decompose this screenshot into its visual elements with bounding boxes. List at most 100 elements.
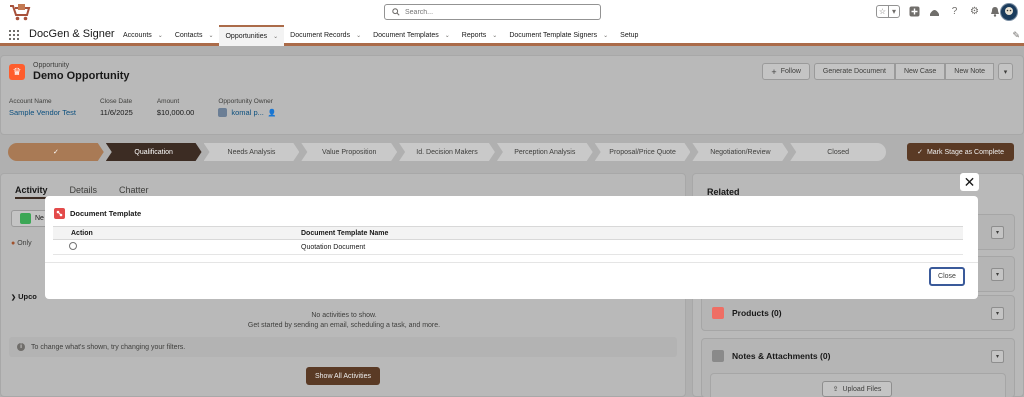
org-logo[interactable] (8, 3, 32, 22)
field-opportunity-owner: Opportunity Owner komal p... 👤 (218, 98, 277, 117)
record-highlights: Account Name Sample Vendor Test Close Da… (9, 98, 301, 117)
chevron-down-icon[interactable]: ▾ (991, 226, 1004, 239)
products-title[interactable]: Products (0) (732, 308, 782, 318)
chevron-down-icon: ▾ (1003, 68, 1008, 76)
chevron-down-icon[interactable]: ▾ (888, 6, 899, 17)
path-stage-perception-analysis[interactable]: Perception Analysis (497, 143, 593, 161)
nav-item-reports[interactable]: Reports ⌄ (456, 25, 504, 46)
nav-items: Accounts ⌄ Contacts ⌄ Opportunities ⌄ Docum… (117, 25, 644, 46)
help-icon[interactable]: ? (949, 6, 960, 17)
change-owner-icon[interactable]: 👤 (268, 109, 277, 117)
gear-icon[interactable]: ⚙ (969, 6, 980, 17)
star-icon[interactable]: ☆ (877, 6, 888, 17)
account-link[interactable]: Sample Vendor Test (9, 108, 76, 117)
upload-icon: ⇪ (832, 386, 839, 393)
field-close-date: Close Date 11/6/2025 (100, 98, 133, 117)
bell-icon[interactable] (989, 6, 1000, 17)
trailhead-icon[interactable] (929, 6, 940, 17)
more-actions-button[interactable]: ▾ (998, 63, 1013, 80)
notes-title[interactable]: Notes & Attachments (0) (732, 351, 830, 361)
nav-item-contacts[interactable]: Contacts ⌄ (169, 25, 220, 46)
owner-link[interactable]: komal p... (231, 108, 264, 117)
template-table: Action Document Template Name Quotation … (53, 226, 963, 255)
path-stage-qualification[interactable]: Qualification (106, 143, 202, 161)
show-all-activities-button[interactable]: Show All Activities (306, 367, 380, 385)
search-icon (392, 8, 400, 16)
path-stage-decision-makers[interactable]: Id. Decision Makers (399, 143, 495, 161)
record-actions: + Follow Generate Document New Case New N… (762, 63, 1013, 80)
record-title: Demo Opportunity (33, 70, 130, 82)
chevron-down-icon[interactable]: ⌄ (603, 32, 608, 39)
modal-footer-divider (45, 262, 978, 263)
global-search[interactable] (384, 4, 601, 20)
chevron-down-icon[interactable]: ⌄ (445, 32, 450, 39)
col-action: Action (53, 226, 301, 240)
path-stage-complete[interactable]: ✓ (8, 143, 104, 161)
check-icon: ✓ (917, 149, 923, 156)
nav-item-document-templates[interactable]: Document Templates ⌄ (367, 25, 456, 46)
opportunity-icon: ♛ (9, 64, 25, 80)
favorites-group: ☆ ▾ (876, 5, 900, 18)
chevron-down-icon[interactable]: ⌄ (273, 33, 278, 40)
edit-nav-icon[interactable]: ✎ (1012, 30, 1020, 41)
chevron-down-icon[interactable]: ⌄ (356, 32, 361, 39)
nav-item-setup[interactable]: Setup (614, 25, 644, 46)
chevron-down-icon: ❯ (11, 295, 17, 301)
nav-item-document-records[interactable]: Document Records ⌄ (284, 25, 367, 46)
chevron-down-icon[interactable]: ⌄ (492, 32, 497, 39)
chevron-down-icon[interactable]: ▾ (991, 350, 1004, 363)
activity-filter-text: ● Only (11, 240, 32, 247)
tab-activity[interactable]: Activity (15, 185, 48, 199)
document-template-modal: Document Template Action Document Templa… (45, 196, 978, 299)
table-row: Quotation Document (53, 239, 963, 255)
chevron-down-icon[interactable]: ▾ (991, 268, 1004, 281)
path-stage-needs-analysis[interactable]: Needs Analysis (204, 143, 300, 161)
record-type-label: Opportunity (33, 62, 70, 69)
nav-item-accounts[interactable]: Accounts ⌄ (117, 25, 169, 46)
field-account-name: Account Name Sample Vendor Test (9, 98, 76, 117)
products-icon (712, 307, 724, 319)
follow-button[interactable]: + Follow (762, 63, 810, 80)
search-input[interactable] (405, 6, 595, 18)
chevron-down-icon[interactable]: ⌄ (208, 32, 213, 39)
close-button[interactable]: Close (929, 267, 965, 286)
nav-item-opportunities[interactable]: Opportunities ⌄ (219, 25, 285, 46)
owner-avatar (218, 108, 228, 117)
table-header-row: Action Document Template Name (53, 226, 963, 240)
notes-icon (712, 350, 724, 362)
navigation-bar: DocGen & Signer Accounts ⌄ Contacts ⌄ Oppo… (0, 25, 1024, 46)
path-stages: ✓ Qualification Needs Analysis Value Pro… (8, 143, 888, 161)
info-icon: i (17, 343, 25, 351)
chevron-down-icon[interactable]: ▾ (991, 307, 1004, 320)
template-name-cell: Quotation Document (301, 239, 963, 255)
path-stage-negotiation[interactable]: Negotiation/Review (692, 143, 788, 161)
new-case-button[interactable]: New Case (894, 63, 946, 80)
check-icon: ✓ (52, 149, 59, 156)
path-stage-closed[interactable]: Closed (790, 143, 887, 161)
chevron-down-icon[interactable]: ⌄ (158, 32, 163, 39)
task-icon (20, 213, 31, 224)
path-stage-value-proposition[interactable]: Value Proposition (301, 143, 397, 161)
path-stage-proposal[interactable]: Proposal/Price Quote (595, 143, 691, 161)
user-avatar[interactable] (1000, 3, 1018, 21)
mark-stage-complete-button[interactable]: ✓ Mark Stage as Complete (907, 143, 1014, 161)
upcoming-section-header[interactable]: ❯ Upco (11, 292, 37, 301)
new-note-button[interactable]: New Note (945, 63, 994, 80)
global-header: ☆ ▾ ? ⚙ (0, 0, 1024, 25)
header-utility-icons: ☆ ▾ ? ⚙ (876, 5, 1000, 18)
template-radio[interactable] (69, 242, 77, 250)
app-name: DocGen & Signer (29, 28, 115, 40)
modal-close-icon[interactable]: ✕ (960, 173, 979, 191)
modal-title: Document Template (70, 209, 142, 218)
col-template-name: Document Template Name (301, 226, 963, 240)
upload-files-button[interactable]: ⇪ Upload Files (822, 381, 892, 397)
empty-activities: No activities to show. Get started by se… (247, 312, 441, 329)
filter-icon: ● (11, 240, 16, 247)
field-amount: Amount $10,000.00 (156, 98, 195, 117)
document-template-icon (54, 208, 65, 219)
global-actions-icon[interactable] (909, 6, 920, 17)
app-launcher-icon[interactable] (9, 30, 19, 40)
nav-item-document-template-signers[interactable]: Document Template Signers ⌄ (503, 25, 614, 46)
generate-document-button[interactable]: Generate Document (813, 63, 895, 80)
filter-hint-bar: i To change what's shown, try changing y… (9, 337, 677, 357)
